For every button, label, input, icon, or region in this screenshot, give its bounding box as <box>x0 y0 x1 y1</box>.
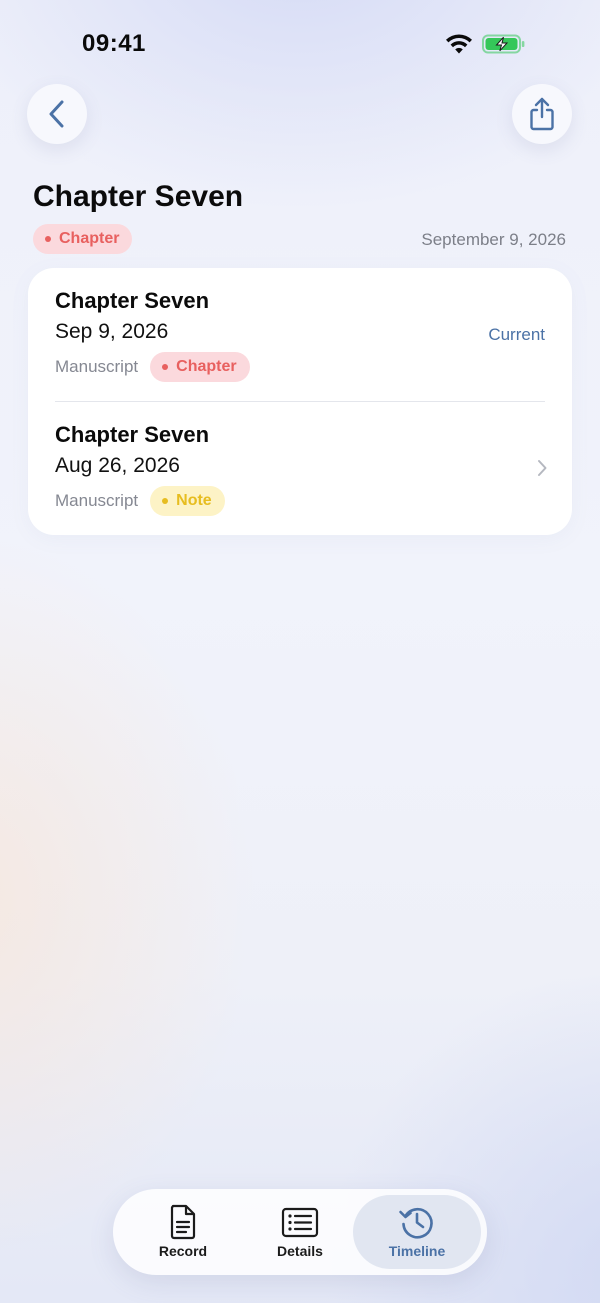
document-icon <box>170 1204 196 1240</box>
header-date: September 9, 2026 <box>421 230 566 249</box>
tab-label: Details <box>277 1243 323 1259</box>
timeline-card: Chapter Seven Sep 9, 2026 Manuscript Cha… <box>28 268 572 535</box>
badge-label: Chapter <box>59 230 120 247</box>
status-bar: 09:41 <box>0 0 600 88</box>
tab-details[interactable]: Details <box>238 1195 362 1269</box>
list-icon <box>281 1207 319 1238</box>
chapter-badge: Chapter <box>150 352 250 382</box>
tab-timeline[interactable]: Timeline <box>353 1195 481 1269</box>
timeline-row-title: Chapter Seven <box>55 422 210 447</box>
timeline-row-source: Manuscript <box>55 491 139 510</box>
tab-label: Record <box>158 1243 208 1259</box>
chevron-left-icon <box>49 100 64 128</box>
badge-dot <box>162 364 169 370</box>
timeline-row-date: Sep 9, 2026 <box>55 320 169 343</box>
current-label: Current <box>488 325 545 344</box>
back-button[interactable] <box>27 84 87 144</box>
tab-label: Timeline <box>388 1243 446 1259</box>
timeline-row-current[interactable]: Chapter Seven Sep 9, 2026 Manuscript Cha… <box>28 268 572 401</box>
chevron-right-icon <box>538 460 547 476</box>
timeline-row-source: Manuscript <box>55 357 139 376</box>
timeline-row-date: Aug 26, 2026 <box>55 454 180 477</box>
tab-record[interactable]: Record <box>121 1195 245 1269</box>
timeline-row-meta: Manuscript Note <box>55 486 225 516</box>
note-badge: Note <box>150 486 225 516</box>
share-icon <box>530 97 554 131</box>
history-icon <box>399 1207 433 1239</box>
category-badge: Chapter <box>33 224 133 254</box>
page-title: Chapter Seven <box>33 180 244 213</box>
share-button[interactable] <box>512 84 572 144</box>
badge-label: Chapter <box>176 358 237 375</box>
timeline-row-title: Chapter Seven <box>55 288 210 313</box>
battery-charging-icon <box>482 34 525 54</box>
badge-label: Note <box>176 492 212 509</box>
timeline-row-meta: Manuscript Chapter <box>55 352 250 382</box>
wifi-icon <box>446 34 472 54</box>
status-time: 09:41 <box>82 30 146 57</box>
timeline-row[interactable]: Chapter Seven Aug 26, 2026 Manuscript No… <box>28 402 572 535</box>
tab-bar: Record Details Timeline <box>113 1189 487 1275</box>
badge-dot <box>162 498 169 504</box>
badge-dot <box>45 236 51 242</box>
